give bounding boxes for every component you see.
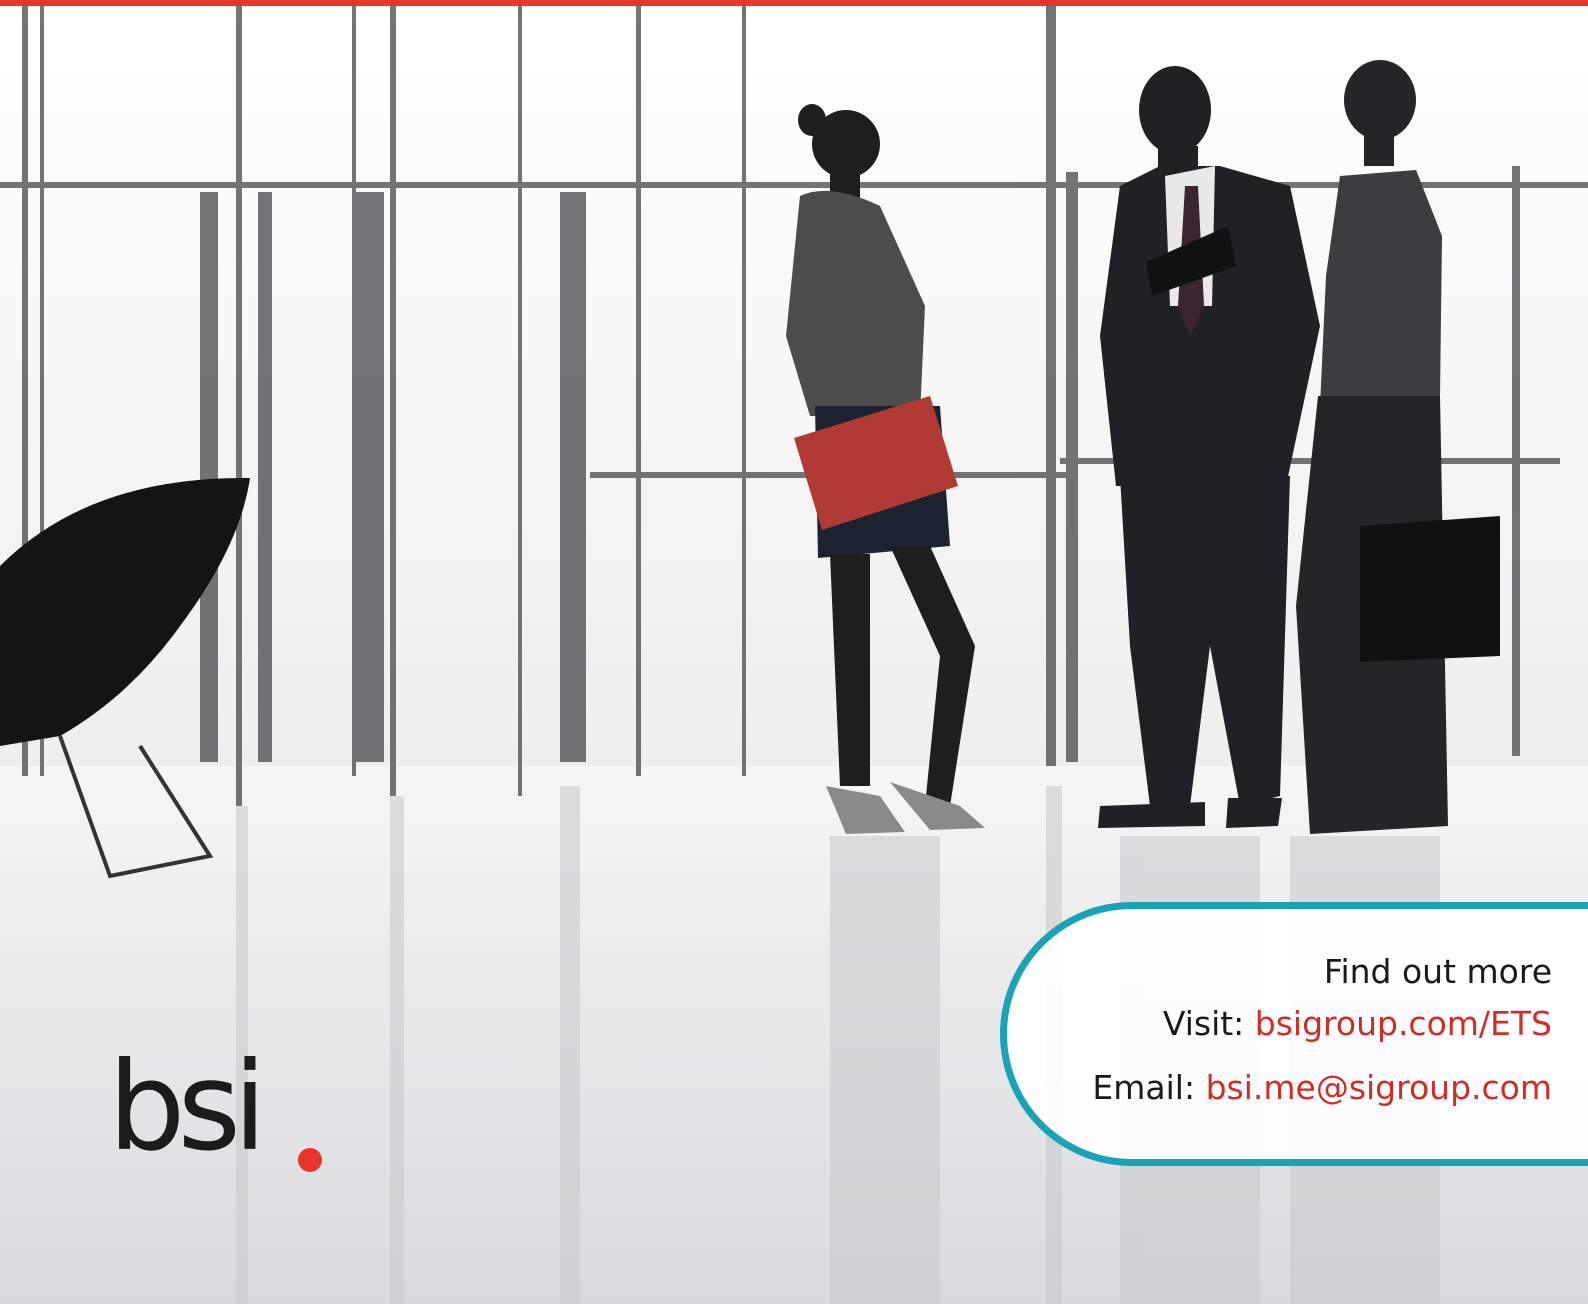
- visit-label: Visit:: [1162, 1004, 1245, 1043]
- visit-link[interactable]: bsigroup.com/ETS: [1255, 1004, 1552, 1043]
- email-link[interactable]: bsi.me@sigroup.com: [1206, 1068, 1552, 1107]
- email-line: Email: bsi.me@sigroup.com: [1092, 1068, 1552, 1107]
- email-label: Email:: [1092, 1068, 1196, 1107]
- bsi-logo: bsi: [108, 1046, 267, 1168]
- visit-line: Visit: bsigroup.com/ETS: [1163, 1004, 1552, 1043]
- logo-dot-icon: [298, 1148, 322, 1172]
- logo-wordmark: bsi: [108, 1036, 267, 1178]
- contact-heading: Find out more: [1323, 952, 1552, 991]
